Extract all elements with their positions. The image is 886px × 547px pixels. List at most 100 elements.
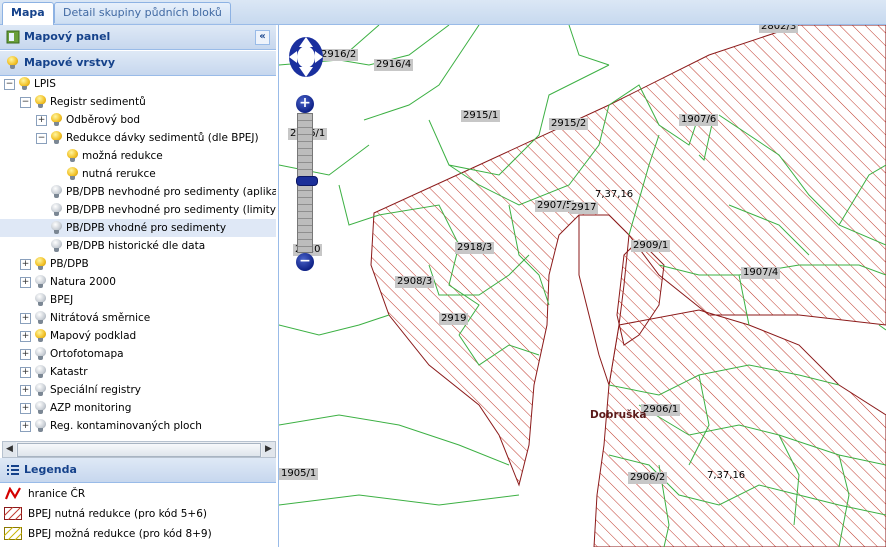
collapse-icon[interactable]: « [255,30,270,45]
bulb-icon[interactable] [19,77,30,91]
collapse-node-icon[interactable]: − [20,97,31,108]
expand-icon[interactable]: + [20,349,31,360]
zoom-control[interactable]: + − [296,95,318,271]
layer-tree-item[interactable]: PB/DPB historické dle data [0,237,276,255]
layer-tree-item[interactable]: PB/DPB nevhodné pro sedimenty (limity) [0,201,276,219]
tab-map[interactable]: Mapa [2,2,54,25]
bulb-icon[interactable] [35,401,46,415]
expand-icon[interactable]: + [36,115,47,126]
parcel-label: 2917 [569,202,599,214]
pan-control[interactable] [288,35,324,79]
scroll-right-icon[interactable]: ▶ [262,442,275,457]
parcel-label: 2906/1 [641,404,681,416]
layer-tree-item[interactable]: + Ortofotomapa [0,345,276,363]
layer-tree-item[interactable]: + Mapový podklad [0,327,276,345]
bulb-icon[interactable] [51,131,62,145]
zoom-in-icon[interactable]: + [296,95,314,113]
expand-icon[interactable]: + [20,385,31,396]
layer-tree-item[interactable]: nutná rerukce [0,165,276,183]
zoom-slider-thumb[interactable] [296,176,318,186]
layers-header: Mapové vrstvy [0,51,276,76]
layer-label: Mapový podklad [50,330,137,342]
bulb-icon[interactable] [35,293,46,307]
zoom-slider[interactable] [296,113,318,253]
tab-bar: Mapa Detail skupiny půdních bloků [0,0,886,25]
scroll-left-icon[interactable]: ◀ [3,442,16,457]
layer-label: možná redukce [82,150,163,162]
parcel-label: 2915/2 [549,118,589,130]
scroll-thumb[interactable] [17,443,261,457]
bulb-icon[interactable] [35,311,46,325]
zoom-out-icon[interactable]: − [296,253,314,271]
parcel-label: 7,37,16 [595,189,634,200]
expand-icon[interactable]: + [20,259,31,270]
layer-label: LPIS [34,78,56,90]
parcel-label: 2915/1 [461,110,501,122]
layer-tree-item[interactable]: BPEJ [0,291,276,309]
layer-tree-item[interactable]: + Natura 2000 [0,273,276,291]
town-label: Dobruška [590,409,647,421]
layer-tree-item[interactable]: PB/DPB nevhodné pro sedimenty (aplikace) [0,183,276,201]
bulb-icon[interactable] [51,185,62,199]
layer-tree-item[interactable]: + Odběrový bod [0,111,276,129]
expand-icon[interactable]: + [20,313,31,324]
layer-tree-item[interactable]: + AZP monitoring [0,399,276,417]
legend-header: Legenda [0,458,276,483]
bulb-icon[interactable] [51,221,62,235]
expand-icon[interactable]: + [20,277,31,288]
map-view[interactable]: 2916/2 2916/4 2916/1 2915/1 2915/2 1907/… [279,25,886,547]
bulb-icon[interactable] [51,203,62,217]
collapse-node-icon[interactable]: − [36,133,47,144]
layer-tree-item[interactable]: − Redukce dávky sedimentů (dle BPEJ) [0,129,276,147]
layer-tree-item[interactable]: PB/DPB vhodné pro sedimenty [0,219,276,237]
layer-label: PB/DPB nevhodné pro sedimenty (limity) [66,204,276,216]
expand-icon[interactable]: + [20,421,31,432]
layer-tree-item[interactable]: − LPIS [0,75,276,93]
tab-block-detail[interactable]: Detail skupiny půdních bloků [54,2,231,23]
red-hatch-icon [4,507,22,520]
expand-icon[interactable]: + [20,331,31,342]
layer-label: PB/DPB historické dle data [66,240,206,252]
bulb-icon[interactable] [35,257,46,271]
bulb-icon[interactable] [35,347,46,361]
map-panel-title: Mapový panel [24,30,111,43]
layer-tree-item[interactable]: možná redukce [0,147,276,165]
layer-label: BPEJ [50,294,74,306]
layer-tree-item[interactable]: + Reg. kontaminovaných ploch [0,417,276,435]
expand-icon[interactable]: + [20,403,31,414]
layer-label: Redukce dávky sedimentů (dle BPEJ) [66,132,259,144]
collapse-node-icon[interactable]: − [4,79,15,90]
bulb-icon[interactable] [35,95,46,109]
bulb-icon[interactable] [35,275,46,289]
layer-tree-item[interactable]: − Registr sedimentů [0,93,276,111]
layer-label: Reg. kontaminovaných ploch [50,420,202,432]
bulb-icon[interactable] [35,383,46,397]
parcel-label: 1907/4 [741,267,781,279]
legend-label: BPEJ možná redukce (pro kód 8+9) [28,528,212,540]
bulb-icon[interactable] [35,419,46,433]
expand-icon[interactable]: + [20,367,31,378]
parcel-label: 2916/2 [319,49,359,61]
bulb-icon[interactable] [67,149,78,163]
bulb-icon[interactable] [35,329,46,343]
layer-tree-item[interactable]: + Nitrátová směrnice [0,309,276,327]
layer-tree-item[interactable]: + Speciální registry [0,381,276,399]
layer-label: PB/DPB [50,258,89,270]
layer-tree: − LPIS − Registr sedimentů + Odběrový bod − Red… [0,75,276,440]
bulb-icon[interactable] [51,113,62,127]
horizontal-scrollbar[interactable]: ◀ ▶ [2,441,276,458]
bulb-icon[interactable] [35,365,46,379]
layer-label: Nitrátová směrnice [50,312,151,324]
bulb-icon[interactable] [67,167,78,181]
yellow-hatch-icon [4,527,22,540]
bulb-icon[interactable] [51,239,62,253]
layer-label: Registr sedimentů [50,96,146,108]
list-icon [7,465,19,475]
layer-tree-item[interactable]: + Katastr [0,363,276,381]
layer-label: PB/DPB nevhodné pro sedimenty (aplikace) [66,186,276,198]
legend-label: BPEJ nutná redukce (pro kód 5+6) [28,508,207,520]
parcel-label: 2918/3 [455,242,495,254]
layer-label: PB/DPB vhodné pro sedimenty [66,222,227,234]
layer-tree-item[interactable]: + PB/DPB [0,255,276,273]
map-canvas[interactable] [279,25,886,547]
